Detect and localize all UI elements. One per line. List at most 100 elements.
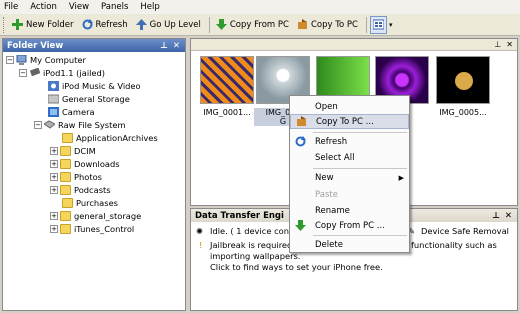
tree-label: My Computer <box>30 55 86 65</box>
folder-icon <box>60 146 71 156</box>
jailbreak-link[interactable]: Click to find ways to set your iPhone fr… <box>210 262 383 272</box>
menu-item-label: Copy To PC ... <box>316 116 374 127</box>
menu-item-label: Delete <box>315 239 343 250</box>
thumbnail-label: IMG_0001... <box>203 108 251 117</box>
tree-label: ApplicationArchives <box>76 133 158 143</box>
menu-item-copy-to-pc[interactable]: Copy To PC ... <box>290 114 409 129</box>
menu-item-label: Select All <box>315 152 355 163</box>
menu-item-delete[interactable]: Delete <box>290 237 409 252</box>
expand-icon[interactable]: + <box>50 225 58 233</box>
view-dropdown-icon[interactable]: ▾ <box>389 21 393 29</box>
menu-item-new[interactable]: New ▶ <box>290 170 409 185</box>
tree-label: DCIM <box>74 146 96 156</box>
go-up-button[interactable]: Go Up Level <box>133 16 204 34</box>
menu-action[interactable]: Action <box>30 2 57 12</box>
menu-item-paste[interactable]: Paste <box>290 187 409 202</box>
tree-label: Downloads <box>74 159 120 169</box>
collapse-icon[interactable]: − <box>34 121 42 129</box>
tree-label: iTunes_Control <box>74 224 135 234</box>
tree-folder[interactable]: Purchases <box>62 197 118 209</box>
safe-removal-link[interactable]: Device Safe Removal <box>421 226 509 236</box>
tree-folder[interactable]: + iTunes_Control <box>50 223 134 235</box>
up-arrow-icon <box>135 19 147 30</box>
copy-from-pc-button[interactable]: Copy From PC <box>213 16 292 34</box>
jailbreak-text-cont: functionality such as <box>411 240 497 250</box>
jailbreak-text-2: importing wallpapers. <box>210 251 301 261</box>
thumbnail-label: IMG_0005... <box>439 108 487 117</box>
close-icon[interactable]: ✕ <box>505 211 512 221</box>
plus-icon <box>12 19 23 30</box>
collapse-icon[interactable]: − <box>19 69 27 77</box>
tree-label: Camera <box>62 107 95 117</box>
menu-item-open[interactable]: Open <box>290 99 409 114</box>
tree-folder[interactable]: + Downloads <box>50 158 120 170</box>
toolbar: New Folder Refresh Go Up Level Copy From… <box>0 14 520 36</box>
expand-icon[interactable]: + <box>50 173 58 181</box>
drive-icon <box>43 120 56 130</box>
expand-icon[interactable]: + <box>50 212 58 220</box>
tree-folder[interactable]: + DCIM <box>50 145 96 157</box>
copy-to-pc-label: Copy To PC <box>310 19 358 30</box>
tree-label: Raw File System <box>58 120 126 130</box>
pin-icon[interactable]: ⊥ <box>492 211 500 221</box>
folder-icon <box>60 185 71 195</box>
menu-item-copy-from-pc[interactable]: Copy From PC ... <box>290 218 409 233</box>
menu-view[interactable]: View <box>69 2 89 12</box>
tree-label: iPod1.1 (jailed) <box>43 68 106 78</box>
tree-music-video[interactable]: iPod Music & Video <box>48 80 141 92</box>
menu-item-select-all[interactable]: Select All <box>290 150 409 165</box>
menu-panels[interactable]: Panels <box>101 2 128 12</box>
tree-folder[interactable]: ApplicationArchives <box>62 132 158 144</box>
menu-item-label: Paste <box>315 189 338 200</box>
tree-label: Purchases <box>76 198 118 208</box>
menu-item-label: Open <box>315 101 338 112</box>
refresh-button[interactable]: Refresh <box>79 16 131 34</box>
copy-to-pc-button[interactable]: Copy To PC <box>294 16 361 34</box>
menu-item-label: Refresh <box>315 136 348 147</box>
pin-icon[interactable]: ⊥ <box>160 41 168 51</box>
context-menu: Open Copy To PC ... Refresh Select All N… <box>289 95 410 253</box>
folder-tree: − My Computer − iPod1.1 (jailed) iPod Mu… <box>3 52 185 234</box>
expand-icon[interactable]: + <box>50 186 58 194</box>
folder-icon <box>60 159 71 169</box>
tree-camera[interactable]: Camera <box>48 106 95 118</box>
tree-raw-file-system[interactable]: − Raw File System <box>34 119 126 131</box>
tree-my-computer[interactable]: − My Computer <box>6 54 86 66</box>
status-text: Idle. ( 1 device conn <box>210 226 295 236</box>
new-folder-button[interactable]: New Folder <box>9 16 77 34</box>
close-icon[interactable]: ✕ <box>173 41 180 51</box>
camera-icon <box>48 107 59 117</box>
folder-icon <box>60 224 71 234</box>
content-title-bar: ⊥ ✕ <box>191 39 517 51</box>
menu-file[interactable]: File <box>4 2 18 12</box>
menubar: File Action View Panels Help <box>0 0 520 14</box>
menu-item-rename[interactable]: Rename <box>290 203 409 218</box>
tree-general-storage[interactable]: General Storage <box>47 93 130 105</box>
expand-icon[interactable]: + <box>50 160 58 168</box>
menu-help[interactable]: Help <box>140 2 159 12</box>
computer-icon <box>16 54 27 65</box>
transfer-title: Data Transfer Engi <box>195 210 284 221</box>
thumbnail[interactable] <box>200 56 254 104</box>
tree-label: general_storage <box>74 211 142 221</box>
refresh-icon <box>295 136 306 147</box>
view-mode-button[interactable] <box>369 15 387 34</box>
pin-icon[interactable]: ⊥ <box>494 40 501 49</box>
tree-folder[interactable]: + Photos <box>50 171 102 183</box>
folder-icon <box>62 198 73 208</box>
collapse-icon[interactable]: − <box>6 56 14 64</box>
thumbnail[interactable] <box>436 56 490 104</box>
refresh-icon <box>82 19 93 30</box>
tree-folder[interactable]: + general_storage <box>50 210 141 222</box>
toolbar-grip[interactable] <box>3 16 6 33</box>
new-folder-label: New Folder <box>26 19 74 30</box>
menu-item-refresh[interactable]: Refresh <box>290 134 409 149</box>
tree-ipod[interactable]: − iPod1.1 (jailed) <box>19 67 105 79</box>
close-icon[interactable]: ✕ <box>506 40 513 49</box>
copy-to-pc-icon <box>296 116 307 127</box>
view-mode-icon <box>372 19 385 30</box>
tree-folder[interactable]: + Podcasts <box>50 184 111 196</box>
menu-item-label: New <box>315 172 334 183</box>
folder-view-panel: Folder View ⊥ ✕ − My Computer − iPod1.1 (… <box>2 38 186 311</box>
expand-icon[interactable]: + <box>50 147 58 155</box>
